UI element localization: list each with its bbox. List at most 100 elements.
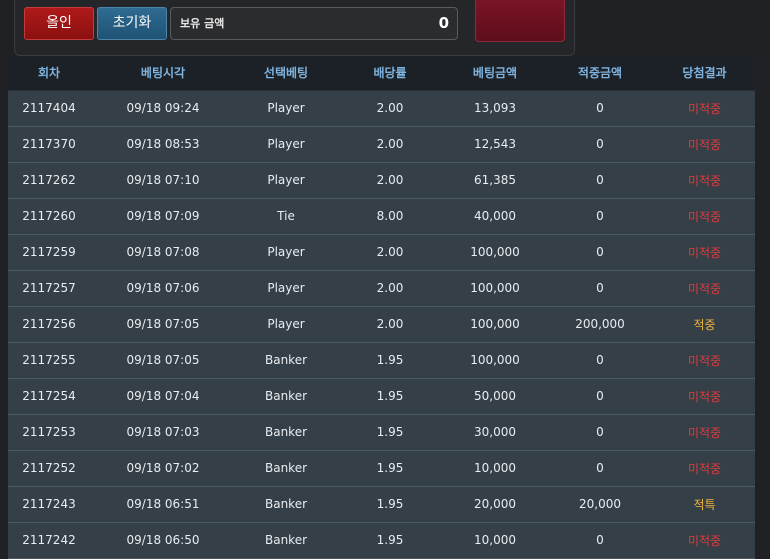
cell-payout: 0 [546, 522, 654, 559]
cell-odds: 2.00 [336, 234, 444, 271]
header-odds: 배당률 [336, 56, 444, 91]
cell-bet-amount: 61,385 [444, 162, 546, 199]
cell-odds: 2.00 [336, 306, 444, 343]
cell-result: 미적중 [654, 126, 755, 163]
table-row: 2117370 09/18 08:53 Player 2.00 12,543 0 미적중 [8, 126, 755, 163]
cell-bet-time: 09/18 07:08 [90, 234, 236, 271]
cell-odds: 8.00 [336, 198, 444, 235]
cell-payout: 0 [546, 198, 654, 235]
cell-odds: 2.00 [336, 90, 444, 127]
cell-pick: Banker [236, 522, 336, 559]
cell-result: 미적중 [654, 450, 755, 487]
table-row: 2117256 09/18 07:05 Player 2.00 100,000 200,0… [8, 306, 755, 343]
cell-pick: Banker [236, 378, 336, 415]
cell-payout: 0 [546, 414, 654, 451]
table-row: 2117404 09/18 09:24 Player 2.00 13,093 0 미적중 [8, 90, 755, 127]
cell-payout: 20,000 [546, 486, 654, 523]
cell-result: 미적중 [654, 198, 755, 235]
table-row: 2117262 09/18 07:10 Player 2.00 61,385 0 미적중 [8, 162, 755, 199]
cell-odds: 1.95 [336, 414, 444, 451]
cell-payout: 0 [546, 162, 654, 199]
header-bet-amount: 베팅금액 [444, 56, 546, 91]
cell-odds: 1.95 [336, 486, 444, 523]
table-body: 2117404 09/18 09:24 Player 2.00 13,093 0 미적중 21… [8, 90, 755, 559]
cell-payout: 0 [546, 270, 654, 307]
cell-round: 2117257 [8, 270, 90, 307]
header-round: 회차 [8, 56, 90, 91]
table-row: 2117252 09/18 07:02 Banker 1.95 10,000 0 미적중 [8, 450, 755, 487]
cell-pick: Player [236, 234, 336, 271]
cell-bet-time: 09/18 07:06 [90, 270, 236, 307]
cell-bet-time: 09/18 06:51 [90, 486, 236, 523]
cell-bet-time: 09/18 07:03 [90, 414, 236, 451]
cell-bet-amount: 10,000 [444, 450, 546, 487]
cell-bet-time: 09/18 08:53 [90, 126, 236, 163]
cell-round: 2117260 [8, 198, 90, 235]
cell-payout: 0 [546, 378, 654, 415]
cell-pick: Player [236, 162, 336, 199]
cell-bet-amount: 12,543 [444, 126, 546, 163]
cell-bet-amount: 100,000 [444, 342, 546, 379]
cell-result: 미적중 [654, 342, 755, 379]
cell-bet-amount: 40,000 [444, 198, 546, 235]
cell-round: 2117404 [8, 90, 90, 127]
cell-result: 미적중 [654, 414, 755, 451]
cell-round: 2117262 [8, 162, 90, 199]
bet-confirm-button[interactable] [475, 0, 565, 42]
allin-button[interactable]: 올인 [24, 7, 94, 40]
table-row: 2117255 09/18 07:05 Banker 1.95 100,000 0 미적중 [8, 342, 755, 379]
cell-bet-time: 09/18 09:24 [90, 90, 236, 127]
cell-bet-time: 09/18 07:09 [90, 198, 236, 235]
cell-result: 미적중 [654, 522, 755, 559]
table-row: 2117259 09/18 07:08 Player 2.00 100,000 0 미적중 [8, 234, 755, 271]
cell-result: 미적중 [654, 270, 755, 307]
cell-payout: 200,000 [546, 306, 654, 343]
cell-bet-amount: 100,000 [444, 270, 546, 307]
cell-odds: 1.95 [336, 342, 444, 379]
cell-odds: 1.95 [336, 450, 444, 487]
cell-pick: Banker [236, 486, 336, 523]
cell-result: 미적중 [654, 162, 755, 199]
header-result: 당첨결과 [654, 56, 755, 91]
cell-odds: 2.00 [336, 126, 444, 163]
cell-result: 미적중 [654, 90, 755, 127]
cell-pick: Player [236, 90, 336, 127]
header-pick: 선택베팅 [236, 56, 336, 91]
cell-bet-time: 09/18 07:05 [90, 306, 236, 343]
cell-bet-time: 09/18 07:02 [90, 450, 236, 487]
cell-bet-amount: 10,000 [444, 522, 546, 559]
cell-bet-amount: 50,000 [444, 378, 546, 415]
header-payout: 적중금액 [546, 56, 654, 91]
table-row: 2117243 09/18 06:51 Banker 1.95 20,000 20,000… [8, 486, 755, 523]
cell-round: 2117243 [8, 486, 90, 523]
cell-bet-amount: 100,000 [444, 306, 546, 343]
cell-pick: Player [236, 270, 336, 307]
cell-pick: Player [236, 306, 336, 343]
cell-round: 2117370 [8, 126, 90, 163]
cell-round: 2117259 [8, 234, 90, 271]
cell-pick: Banker [236, 414, 336, 451]
cell-payout: 0 [546, 234, 654, 271]
cell-pick: Tie [236, 198, 336, 235]
table-row: 2117253 09/18 07:03 Banker 1.95 30,000 0 미적중 [8, 414, 755, 451]
cell-result: 미적중 [654, 378, 755, 415]
header-bet-time: 베팅시각 [90, 56, 236, 91]
cell-result: 적특 [654, 486, 755, 523]
cell-round: 2117254 [8, 378, 90, 415]
cell-bet-amount: 30,000 [444, 414, 546, 451]
table-row: 2117260 09/18 07:09 Tie 8.00 40,000 0 미적중 [8, 198, 755, 235]
balance-field: 보유 금액 0 [170, 7, 458, 40]
cell-odds: 1.95 [336, 378, 444, 415]
cell-payout: 0 [546, 450, 654, 487]
cell-bet-time: 09/18 07:10 [90, 162, 236, 199]
cell-result: 적중 [654, 306, 755, 343]
reset-button[interactable]: 초기화 [97, 7, 167, 40]
table-row: 2117242 09/18 06:50 Banker 1.95 10,000 0 미적중 [8, 522, 755, 559]
table-row: 2117254 09/18 07:04 Banker 1.95 50,000 0 미적중 [8, 378, 755, 415]
cell-round: 2117253 [8, 414, 90, 451]
bet-history-table: 회차 베팅시각 선택베팅 배당률 베팅금액 적중금액 당첨결과 2117404 0… [8, 56, 755, 559]
cell-round: 2117255 [8, 342, 90, 379]
cell-bet-amount: 13,093 [444, 90, 546, 127]
cell-bet-amount: 20,000 [444, 486, 546, 523]
cell-pick: Player [236, 126, 336, 163]
